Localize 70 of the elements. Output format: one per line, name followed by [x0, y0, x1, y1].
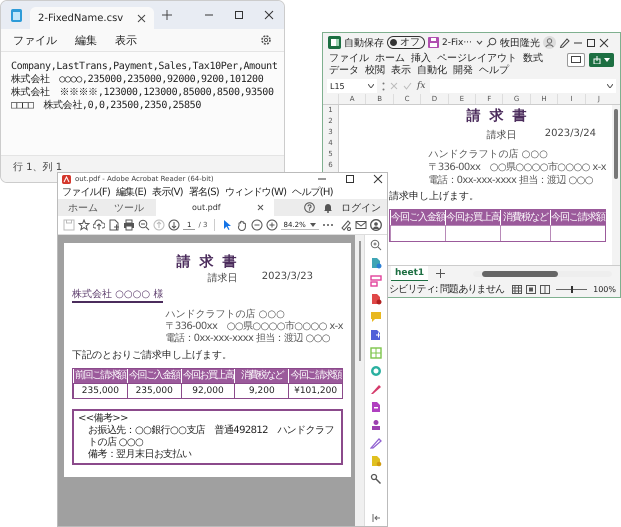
table-cell: 235,000 [73, 383, 127, 398]
date-label: 請求日 [208, 272, 238, 285]
tab[interactable]: out.pdf [156, 199, 274, 216]
ribbon-tab[interactable]: ヘルプ [479, 65, 509, 77]
address-line: ハンドクラフトの店 ○○○ [165, 309, 286, 320]
menu-item[interactable]: 表示(V) [152, 185, 183, 199]
ribbon-tab[interactable]: ファイル [329, 53, 369, 65]
table-header-cell: 今回ご請求額 [550, 210, 605, 225]
text-line: □□□□ 株式会社,0,0,23500,2350,25850 [11, 99, 202, 112]
ribbon-tab[interactable]: 数式 [523, 53, 543, 65]
date-label: 請求日 [486, 128, 517, 142]
invoice-date: 2023/3/24 [544, 128, 596, 141]
zoom-level: 100% [593, 284, 616, 294]
address-line: ハンドクラフトの店 ○○○ [428, 148, 549, 161]
ribbon-tab[interactable]: ホーム [375, 53, 405, 65]
remarks-line: 備考：翌月末日お支払い [87, 449, 192, 461]
menu-item[interactable]: ファイル(F) [62, 185, 110, 199]
name-box[interactable]: L15 [327, 79, 377, 93]
user-name: 牧田隆光 [500, 36, 540, 50]
menu-item[interactable]: ウィンドウ(W) [224, 185, 286, 199]
ribbon-tab[interactable]: 挿入 [411, 53, 431, 65]
invoice-title: 請 求 書 [175, 253, 240, 271]
customer-name: 株式会社 ○○○○ 様 [72, 287, 164, 303]
sheet-tab[interactable]: heet1 [391, 266, 428, 282]
table-header-cell: 今回ご入金額 [390, 210, 445, 225]
remarks-line: お振込先：○○銀行○○支店 普通492812 ハンドクラフトの店 ○○○ [87, 425, 335, 448]
text-line: 株式会社 ※※※※,123000,123000,85000,8500,93500 [11, 86, 274, 99]
tab[interactable]: ツール [110, 199, 148, 216]
address-line: 〒336-00xx ○○県○○○○市○○○○ x-x [165, 321, 343, 332]
address-line: 電話：0xx-xxx-xxxx 担当：渡辺 ○○○ [428, 174, 594, 187]
accessibility-status: シビリティ: 問題ありません [389, 283, 504, 296]
menu-item[interactable]: 編集(E) [116, 185, 146, 199]
invoice-message: 請求申し上げます。 [389, 190, 480, 203]
address-line: 電話：0xx-xxx-xxxx 担当：渡辺 ○○○ [165, 333, 331, 345]
cursor-position: 行 1、列 1 [13, 161, 62, 174]
ribbon-tab[interactable]: データ [329, 65, 359, 77]
invoice-date: 2023/3/23 [262, 271, 313, 284]
ribbon-tab[interactable]: 自動化 [417, 65, 447, 77]
menu-item[interactable]: ヘルプ(H) [292, 185, 333, 199]
table-header-cell: 今回お買上高 [180, 369, 234, 383]
invoice-message: 下記のとおりご請求申し上げます。 [72, 348, 233, 362]
table-cell: ¥101,200 [288, 383, 342, 398]
insert-function-button[interactable]: fx [417, 81, 426, 91]
table-header-cell: 今回ご入金額 [126, 369, 181, 383]
address-line: 〒336-00xx ○○県○○○○市○○○○ x-x [428, 161, 606, 174]
table-header-cell: 今回ご請求額 [288, 369, 342, 383]
table-header-cell: 前回ご請求額 [73, 369, 127, 383]
ribbon-tab[interactable]: 開発 [453, 65, 473, 77]
table-cell: 92,000 [180, 383, 234, 398]
remarks-line: <<備考>> [78, 413, 129, 424]
table-header-cell: 今回お買上高 [445, 210, 500, 225]
table-cell: 235,000 [126, 383, 181, 398]
table-header-cell: 消費税など [234, 369, 288, 383]
table-cell: 9,200 [234, 383, 288, 398]
invoice-title: 請 求 書 [465, 107, 530, 125]
menu-item[interactable]: 表示 [115, 32, 137, 48]
tab[interactable]: ホーム [64, 199, 102, 216]
menu-item[interactable]: 編集 [75, 32, 97, 48]
login-link[interactable]: ログイン [341, 200, 381, 214]
table-header-cell: 消費税など [500, 210, 550, 225]
text-line: 株式会社 ○○○○,235000,235000,92000,9200,101200 [11, 73, 264, 86]
menu-item[interactable]: ファイル [13, 32, 57, 48]
autosave-toggle[interactable]: オフ [387, 36, 425, 49]
file-tab[interactable]: 2-FixedName.csv [30, 7, 154, 29]
ribbon-tab[interactable]: 表示 [391, 65, 411, 77]
ribbon-tab[interactable]: 校閲 [365, 65, 385, 77]
menu-item[interactable]: 署名(S) [188, 185, 219, 199]
autosave-label: 自動保存 [344, 36, 384, 50]
file-name-button[interactable]: 2-Fix··· [442, 38, 483, 48]
ribbon-tab[interactable]: ページレイアウト [437, 53, 517, 65]
